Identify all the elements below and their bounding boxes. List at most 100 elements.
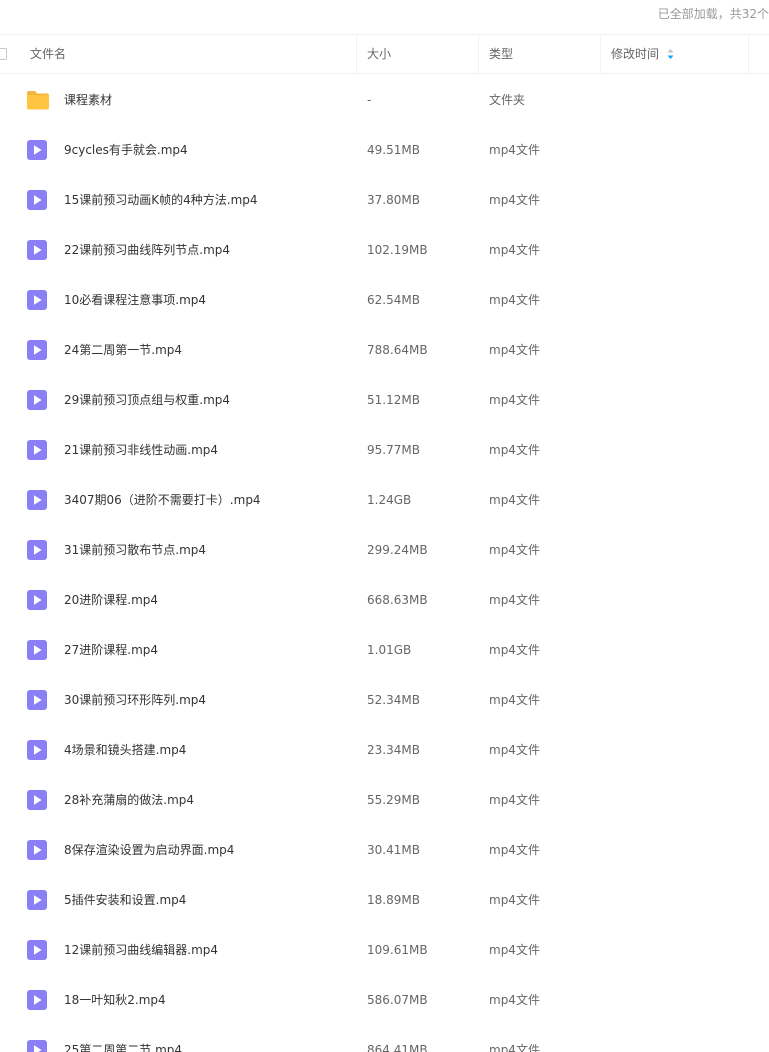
- file-name[interactable]: 21课前预习非线性动画.mp4: [64, 425, 218, 475]
- video-file-icon: [27, 540, 47, 560]
- file-row[interactable]: 15课前预习动画K帧的4种方法.mp4 37.80MB mp4文件: [0, 175, 769, 225]
- file-type: mp4文件: [489, 493, 540, 507]
- file-row[interactable]: 30课前预习环形阵列.mp4 52.34MB mp4文件: [0, 675, 769, 725]
- file-row[interactable]: 22课前预习曲线阵列节点.mp4 102.19MB mp4文件: [0, 225, 769, 275]
- file-row[interactable]: 5插件安装和设置.mp4 18.89MB mp4文件: [0, 875, 769, 925]
- file-row[interactable]: 18一叶知秋2.mp4 586.07MB mp4文件: [0, 975, 769, 1025]
- file-list-page: 已全部加载，共32个 文件名 大小 类型 修改时间 课程素材 - 文件夹 9cycle…: [0, 0, 769, 1052]
- file-type: mp4文件: [489, 343, 540, 357]
- video-file-icon: [27, 840, 47, 860]
- file-size: 18.89MB: [367, 893, 420, 907]
- file-name[interactable]: 30课前预习环形阵列.mp4: [64, 675, 206, 725]
- file-type: mp4文件: [489, 193, 540, 207]
- video-file-icon: [27, 140, 47, 160]
- file-name[interactable]: 8保存渲染设置为启动界面.mp4: [64, 825, 234, 875]
- file-type: mp4文件: [489, 843, 540, 857]
- video-file-icon: [27, 890, 47, 910]
- file-row[interactable]: 25第二周第二节.mp4 864.41MB mp4文件: [0, 1025, 769, 1052]
- file-name[interactable]: 15课前预习动画K帧的4种方法.mp4: [64, 175, 258, 225]
- file-name[interactable]: 31课前预习散布节点.mp4: [64, 525, 206, 575]
- column-divider[interactable]: [478, 35, 479, 73]
- video-file-icon: [27, 940, 47, 960]
- file-name[interactable]: 课程素材: [64, 75, 112, 125]
- file-name[interactable]: 10必看课程注意事项.mp4: [64, 275, 206, 325]
- file-type: 文件夹: [489, 93, 526, 107]
- file-row[interactable]: 24第二周第一节.mp4 788.64MB mp4文件: [0, 325, 769, 375]
- sort-icon[interactable]: [667, 48, 674, 60]
- column-divider[interactable]: [748, 35, 749, 73]
- file-size: 23.34MB: [367, 743, 420, 757]
- file-size: 668.63MB: [367, 593, 428, 607]
- file-row[interactable]: 20进阶课程.mp4 668.63MB mp4文件: [0, 575, 769, 625]
- file-type: mp4文件: [489, 793, 540, 807]
- file-row[interactable]: 8保存渲染设置为启动界面.mp4 30.41MB mp4文件: [0, 825, 769, 875]
- video-file-icon: [27, 640, 47, 660]
- file-row[interactable]: 10必看课程注意事项.mp4 62.54MB mp4文件: [0, 275, 769, 325]
- file-row[interactable]: 4场景和镜头搭建.mp4 23.34MB mp4文件: [0, 725, 769, 775]
- file-size: 51.12MB: [367, 393, 420, 407]
- file-row[interactable]: 21课前预习非线性动画.mp4 95.77MB mp4文件: [0, 425, 769, 475]
- column-header-modified-label: 修改时间: [611, 47, 660, 61]
- file-name[interactable]: 4场景和镜头搭建.mp4: [64, 725, 186, 775]
- file-type: mp4文件: [489, 893, 540, 907]
- file-name[interactable]: 29课前预习顶点组与权重.mp4: [64, 375, 230, 425]
- file-name[interactable]: 25第二周第二节.mp4: [64, 1025, 182, 1052]
- folder-icon: [26, 90, 50, 110]
- file-name[interactable]: 18一叶知秋2.mp4: [64, 975, 166, 1025]
- file-list-header: 文件名 大小 类型 修改时间: [0, 34, 769, 74]
- file-row[interactable]: 3407期06（进阶不需要打卡）.mp4 1.24GB mp4文件: [0, 475, 769, 525]
- video-file-icon: [27, 790, 47, 810]
- file-name[interactable]: 28补充蒲扇的做法.mp4: [64, 775, 194, 825]
- file-name[interactable]: 22课前预习曲线阵列节点.mp4: [64, 225, 230, 275]
- file-size: 95.77MB: [367, 443, 420, 457]
- file-type: mp4文件: [489, 743, 540, 757]
- select-all-checkbox[interactable]: [0, 48, 7, 60]
- video-file-icon: [27, 390, 47, 410]
- file-size: 55.29MB: [367, 793, 420, 807]
- load-status-text: 已全部加载，共32个: [657, 7, 769, 21]
- file-name[interactable]: 12课前预习曲线编辑器.mp4: [64, 925, 218, 975]
- video-file-icon: [27, 590, 47, 610]
- file-type: mp4文件: [489, 943, 540, 957]
- file-size: 864.41MB: [367, 1043, 428, 1052]
- column-divider[interactable]: [356, 35, 357, 73]
- video-file-icon: [27, 990, 47, 1010]
- file-name[interactable]: 3407期06（进阶不需要打卡）.mp4: [64, 475, 261, 525]
- file-name[interactable]: 20进阶课程.mp4: [64, 575, 158, 625]
- file-size: 30.41MB: [367, 843, 420, 857]
- file-type: mp4文件: [489, 293, 540, 307]
- video-file-icon: [27, 1040, 47, 1052]
- file-list: 课程素材 - 文件夹 9cycles有手就会.mp4 49.51MB mp4文件 15课前预…: [0, 75, 769, 1052]
- file-name[interactable]: 27进阶课程.mp4: [64, 625, 158, 675]
- column-header-modified[interactable]: 修改时间: [611, 35, 674, 73]
- file-type: mp4文件: [489, 643, 540, 657]
- file-size: 109.61MB: [367, 943, 428, 957]
- file-type: mp4文件: [489, 693, 540, 707]
- file-size: 299.24MB: [367, 543, 428, 557]
- video-file-icon: [27, 490, 47, 510]
- file-row[interactable]: 12课前预习曲线编辑器.mp4 109.61MB mp4文件: [0, 925, 769, 975]
- file-row[interactable]: 9cycles有手就会.mp4 49.51MB mp4文件: [0, 125, 769, 175]
- file-size: 102.19MB: [367, 243, 428, 257]
- video-file-icon: [27, 190, 47, 210]
- file-row[interactable]: 课程素材 - 文件夹: [0, 75, 769, 125]
- file-row[interactable]: 28补充蒲扇的做法.mp4 55.29MB mp4文件: [0, 775, 769, 825]
- file-row[interactable]: 27进阶课程.mp4 1.01GB mp4文件: [0, 625, 769, 675]
- file-type: mp4文件: [489, 993, 540, 1007]
- file-size: 62.54MB: [367, 293, 420, 307]
- column-header-type[interactable]: 类型: [489, 35, 513, 73]
- file-name[interactable]: 24第二周第一节.mp4: [64, 325, 182, 375]
- column-divider[interactable]: [600, 35, 601, 73]
- file-type: mp4文件: [489, 443, 540, 457]
- video-file-icon: [27, 290, 47, 310]
- file-name[interactable]: 5插件安装和设置.mp4: [64, 875, 186, 925]
- file-row[interactable]: 31课前预习散布节点.mp4 299.24MB mp4文件: [0, 525, 769, 575]
- file-name[interactable]: 9cycles有手就会.mp4: [64, 125, 188, 175]
- video-file-icon: [27, 240, 47, 260]
- file-size: 586.07MB: [367, 993, 428, 1007]
- video-file-icon: [27, 740, 47, 760]
- file-row[interactable]: 29课前预习顶点组与权重.mp4 51.12MB mp4文件: [0, 375, 769, 425]
- column-header-name[interactable]: 文件名: [30, 35, 66, 73]
- column-header-size[interactable]: 大小: [367, 35, 391, 73]
- file-size: 49.51MB: [367, 143, 420, 157]
